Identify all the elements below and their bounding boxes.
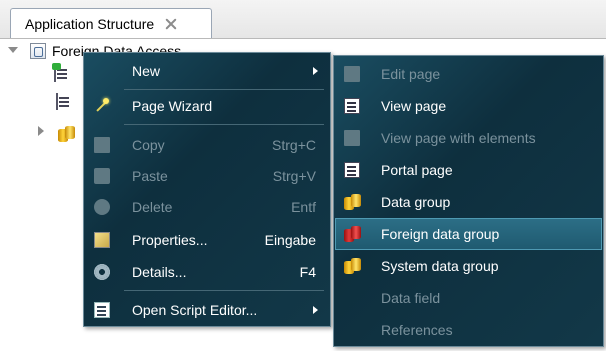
view-tab-bar: Application Structure [0, 0, 606, 39]
menu-item-label: Copy [132, 137, 165, 153]
submenu-item-references[interactable]: References [336, 315, 601, 345]
menu-item-label: Delete [132, 199, 173, 215]
menu-separator [124, 290, 324, 291]
menu-item-label: New [132, 63, 161, 79]
submenu-item-edit-page[interactable]: Edit page [336, 59, 601, 89]
menu-separator [124, 89, 324, 90]
menu-item-copy[interactable]: Copy Strg+C [86, 130, 328, 160]
wand-icon [94, 98, 110, 114]
menu-item-label: Properties... [132, 232, 208, 248]
menu-item-label: Edit page [381, 66, 441, 82]
menu-item-label: Foreign data group [381, 226, 500, 242]
page-icon [344, 162, 360, 178]
collapse-arrow-icon[interactable] [38, 126, 44, 136]
menu-item-label: Portal page [381, 162, 453, 178]
data-group-icon [344, 258, 361, 274]
script-icon [94, 302, 110, 318]
menu-item-label: Details... [132, 264, 187, 280]
foreign-data-group-icon [344, 226, 361, 242]
menu-item-label: Data group [381, 194, 451, 210]
submenu-item-system-data-group[interactable]: System data group [336, 251, 601, 281]
menu-item-label: View page [381, 98, 447, 114]
submenu-item-view-page[interactable]: View page [336, 91, 601, 121]
tab-application-structure[interactable]: Application Structure [10, 8, 212, 38]
menu-item-new[interactable]: New [86, 56, 328, 86]
menu-item-label: Open Script Editor... [132, 302, 258, 318]
submenu-arrow-icon [313, 306, 318, 314]
menu-item-properties[interactable]: Properties... Eingabe [86, 225, 328, 255]
submenu-item-data-group[interactable]: Data group [336, 187, 601, 217]
menu-item-details[interactable]: Details... F4 [86, 257, 328, 287]
menu-item-shortcut: F4 [299, 264, 316, 280]
menu-item-label: References [381, 322, 453, 338]
paste-icon [94, 168, 110, 184]
menu-item-label: Data field [381, 290, 441, 306]
page-icon [344, 66, 360, 82]
page-icon[interactable] [54, 65, 56, 82]
data-group-icon [344, 194, 361, 210]
menu-item-paste[interactable]: Paste Strg+V [86, 161, 328, 191]
menu-item-shortcut: Entf [291, 199, 316, 215]
properties-icon [94, 232, 110, 248]
menu-item-shortcut: Eingabe [264, 232, 316, 248]
copy-icon [94, 137, 110, 153]
submenu-item-foreign-data-group[interactable]: Foreign data group [335, 218, 602, 250]
close-icon[interactable] [164, 17, 178, 31]
context-menu: New Page Wizard Copy Strg+C Paste Strg+V… [83, 52, 331, 327]
expand-arrow-icon[interactable] [8, 47, 18, 53]
delete-icon [94, 199, 110, 215]
page-icon [344, 130, 360, 146]
menu-item-shortcut: Strg+V [272, 168, 316, 184]
gear-icon [94, 264, 110, 280]
new-submenu: Edit page View page View page with eleme… [333, 55, 604, 347]
menu-item-label: System data group [381, 258, 499, 274]
menu-item-delete[interactable]: Delete Entf [86, 192, 328, 222]
menu-separator [124, 124, 324, 125]
submenu-item-view-page-with-elements[interactable]: View page with elements [336, 123, 601, 153]
submenu-item-portal-page[interactable]: Portal page [336, 155, 601, 185]
submenu-arrow-icon [313, 67, 318, 75]
page-icon[interactable] [56, 93, 58, 110]
tab-title: Application Structure [25, 15, 155, 32]
application-icon [30, 43, 46, 59]
menu-item-open-script-editor[interactable]: Open Script Editor... [86, 295, 328, 325]
menu-item-shortcut: Strg+C [272, 137, 316, 153]
page-icon [344, 98, 360, 114]
menu-item-page-wizard[interactable]: Page Wizard [86, 91, 328, 121]
menu-item-label: View page with elements [381, 130, 536, 146]
menu-item-label: Paste [132, 168, 168, 184]
menu-item-label: Page Wizard [132, 98, 213, 114]
submenu-item-data-field[interactable]: Data field [336, 283, 601, 313]
